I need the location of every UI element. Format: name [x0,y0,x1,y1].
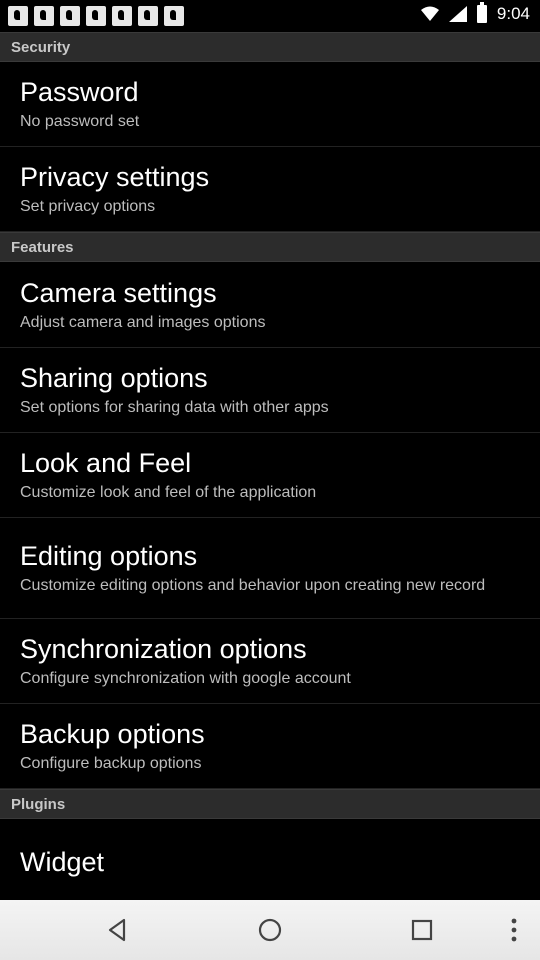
pref-summary: Adjust camera and images options [20,313,266,331]
battery-icon [476,2,487,23]
music-icon [60,6,80,26]
pref-title: Sharing options [20,363,208,393]
status-right: 9:04 [420,2,530,24]
home-icon[interactable] [254,914,286,946]
section-header-security: Security [0,32,540,62]
music-icon [34,6,54,26]
pref-summary: Customize look and feel of the applicati… [20,484,317,501]
pref-sharing-options[interactable]: Sharing options Set options for sharing … [0,348,540,433]
pref-summary: No password set [20,113,140,130]
notification-icons [8,6,184,26]
pref-title: Synchronization options [20,634,307,664]
pref-summary: Configure synchronization with google ac… [20,670,351,687]
pref-title: Look and Feel [20,448,192,478]
pref-look-and-feel[interactable]: Look and Feel Customize look and feel of… [0,433,540,518]
pref-title: Backup options [20,719,205,749]
pref-summary: Configure backup options [20,755,202,772]
pref-title: Privacy settings [20,162,210,192]
signal-icon [448,6,467,22]
navigation-bar [0,900,540,960]
pref-widget[interactable]: Widget [0,819,540,900]
settings-list: Security Password No password set Privac… [0,32,540,900]
section-header-plugins: Plugins [0,789,540,819]
dropbox-icon [138,6,158,26]
overflow-menu-icon[interactable] [498,914,530,946]
pref-title: Camera settings [20,277,217,308]
pref-title: Password [20,77,139,107]
section-header-features: Features [0,232,540,262]
pref-title: Widget [20,847,105,877]
music-icon [86,6,106,26]
pref-privacy-settings[interactable]: Privacy settings Set privacy options [0,147,540,232]
pref-summary: Set options for sharing data with other … [20,399,329,416]
pref-editing-options[interactable]: Editing options Customize editing option… [0,518,540,619]
status-bar: 9:04 [0,0,540,32]
music-icon [164,6,184,26]
recents-icon[interactable] [406,914,438,946]
music-icon [112,6,132,26]
pref-synchronization-options[interactable]: Synchronization options Configure synchr… [0,619,540,704]
back-icon[interactable] [102,914,134,946]
pref-summary: Set privacy options [20,198,156,215]
pref-backup-options[interactable]: Backup options Configure backup options [0,704,540,789]
pref-title: Editing options [20,541,198,571]
pref-summary: Customize editing options and behavior u… [20,577,486,594]
pref-camera-settings[interactable]: Camera settings Adjust camera and images… [0,262,540,348]
pref-password[interactable]: Password No password set [0,62,540,147]
status-time: 9:04 [496,4,530,23]
music-icon [8,6,28,26]
wifi-icon [420,6,439,21]
